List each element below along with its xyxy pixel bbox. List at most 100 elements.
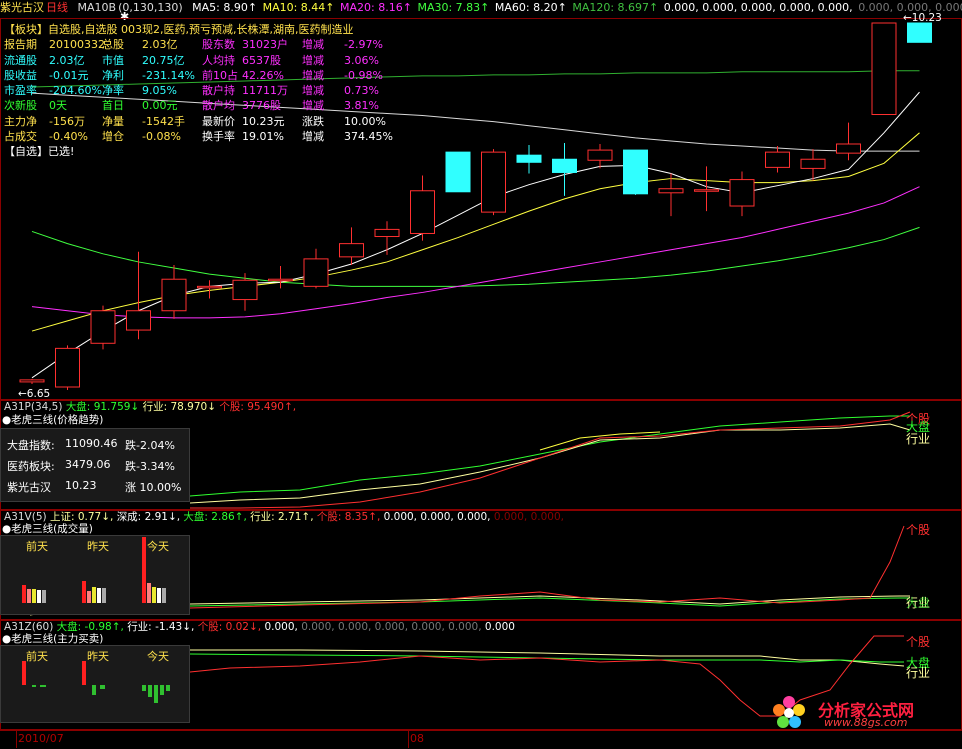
line-label-gegu: 个股 <box>906 635 931 649</box>
candle-body <box>339 243 364 258</box>
candle-body <box>836 143 861 154</box>
candle-body <box>19 379 45 383</box>
info-label: 增减 <box>302 130 324 144</box>
hangye-value: 行业: 2.71↑, <box>250 511 314 523</box>
info-label: 流通股 <box>4 53 37 67</box>
info-value: 11711万 <box>242 84 288 98</box>
info-label: 股东数 <box>202 38 235 52</box>
line-label-hangye: 行业 <box>906 432 931 446</box>
summary-value: 涨 10.00% <box>125 481 182 494</box>
info-label: 总股 <box>102 38 124 52</box>
period-label[interactable]: 日线 <box>46 1 68 14</box>
info-label: 主力净 <box>4 114 37 128</box>
low-price-label: ←6.65 <box>18 388 51 400</box>
month-divider <box>16 731 17 748</box>
info-label: 涨跌 <box>302 114 324 128</box>
hangye-value: 行业: 78.970↓ <box>142 401 216 413</box>
info-row: 报告期 20100332总股 2.03亿 股东数 31023户 增减 -2.97% <box>4 37 404 52</box>
candle-body <box>658 188 684 194</box>
info-label: 次新股 <box>4 99 37 113</box>
summary-label: 紫光古汉 <box>7 481 51 494</box>
line-label-dapan: 大盘 <box>906 596 931 610</box>
time-axis: 2010/07 08 <box>0 730 962 749</box>
summary-value: 10.23 <box>65 479 97 492</box>
info-value: -2.97% <box>344 38 383 52</box>
main-force-day-bars <box>22 661 170 703</box>
indicator-id[interactable]: A31P <box>4 401 31 413</box>
gegu-value: 个股: 0.02↓, <box>197 621 262 633</box>
info-row: 流通股 2.03亿 市值 20.75亿 人均持 6537股 增减 3.06% <box>4 53 404 68</box>
indicator-params: (5) <box>31 511 47 523</box>
sector-list: 自选股,自选股 003现2,医药,预亏预减,长株潭,湖南,医药制造业 <box>48 23 354 36</box>
info-value: 10.00% <box>344 114 386 128</box>
candle-body <box>232 279 258 301</box>
ma20-value: MA20: 8.16↑ <box>340 1 412 14</box>
indicator-id[interactable]: A31Z <box>4 621 32 633</box>
selected-line: 【自选】已选! <box>4 144 404 159</box>
month-label: 08 <box>410 732 424 745</box>
price-trend-title: ●老虎三线(价格趋势) <box>2 414 104 426</box>
stock-info-panel: 【板块】自选股,自选股 003现2,医药,预亏预减,长株潭,湖南,医药制造业 报… <box>4 22 404 160</box>
info-label: 增仓 <box>102 130 124 144</box>
info-label: 增减 <box>302 99 324 113</box>
info-row: 次新股 0天 首日 0.00元 散户均 3776股 增减 3.81% <box>4 98 404 113</box>
info-value: 20100332 <box>49 38 105 52</box>
info-value: -204.60% <box>49 84 102 98</box>
summary-value: 3479.06 <box>65 458 111 471</box>
stock-name[interactable]: 紫光古汉 <box>0 1 44 14</box>
candle-body <box>623 149 648 195</box>
candle-body <box>90 310 116 344</box>
candle-body <box>55 347 80 388</box>
info-row: 市盈率 -204.60%净率 9.05% 散户持 11711万 增减 0.73% <box>4 83 404 98</box>
summary-value: 跌-3.34% <box>125 460 175 473</box>
candle-body <box>587 149 613 161</box>
summary-value: 跌-2.04% <box>125 439 175 452</box>
info-value: -0.08% <box>142 130 181 144</box>
candle-body <box>765 151 790 168</box>
info-value: 42.26% <box>242 68 284 82</box>
dapan-value: 大盘: -0.98↑, <box>56 621 124 633</box>
sector-tag: 【板块】 <box>4 23 48 36</box>
month-divider <box>408 731 409 748</box>
candle-body <box>410 190 435 234</box>
gegu-value: 个股: 95.490↑, <box>219 401 297 413</box>
info-value: 19.01% <box>242 130 284 144</box>
info-label: 报告期 <box>4 38 37 52</box>
info-label: 净利 <box>102 68 124 82</box>
indicator-params: (60) <box>31 621 54 633</box>
watermark-logo <box>766 694 812 730</box>
indicator-name[interactable]: MA10B <box>78 1 117 14</box>
info-value: 2.03亿 <box>142 38 178 52</box>
shanghai-value: 上证: 0.77↓, <box>49 511 114 523</box>
dapan-value: 大盘: 2.86↑, <box>183 511 247 523</box>
candle-body <box>197 285 222 289</box>
info-value: -231.14% <box>142 68 195 82</box>
info-label: 市值 <box>102 53 124 67</box>
info-value: -156万 <box>49 114 85 128</box>
summary-label: 大盘指数: <box>7 439 55 452</box>
zero-values: 0.000, 0.000, 0.000, <box>383 511 491 523</box>
info-value: 0.73% <box>344 84 379 98</box>
info-label: 净率 <box>102 84 124 98</box>
candle-body <box>800 158 826 169</box>
info-value: 0天 <box>49 99 67 113</box>
info-label: 前10占 <box>202 68 238 82</box>
candle-body <box>303 258 329 287</box>
info-value: 6537股 <box>242 53 281 67</box>
candle-body <box>516 154 542 163</box>
info-value: 2.03亿 <box>49 53 85 67</box>
candle-body <box>552 158 577 173</box>
candle-body <box>694 189 719 192</box>
gegu-value: 个股: 8.35↑, <box>316 511 381 523</box>
indicator-id[interactable]: A31V <box>4 511 32 523</box>
info-value: 31023户 <box>242 38 288 52</box>
line-label-hangye: 行业 <box>906 666 931 680</box>
ma120-value: MA120: 8.697↑ <box>572 1 659 14</box>
info-value: 10.23元 <box>242 114 285 128</box>
zero-values: 0.000, 0.000, 0.000, 0.000, 0.000, <box>663 1 853 14</box>
info-value: -1542手 <box>142 114 185 128</box>
hangye-value: 行业: -1.43↓, <box>127 621 195 633</box>
info-label: 最新价 <box>202 114 235 128</box>
shenzhen-value: 深成: 2.91↓, <box>116 511 181 523</box>
ma5-value: MA5: 8.90↑ <box>192 1 258 14</box>
